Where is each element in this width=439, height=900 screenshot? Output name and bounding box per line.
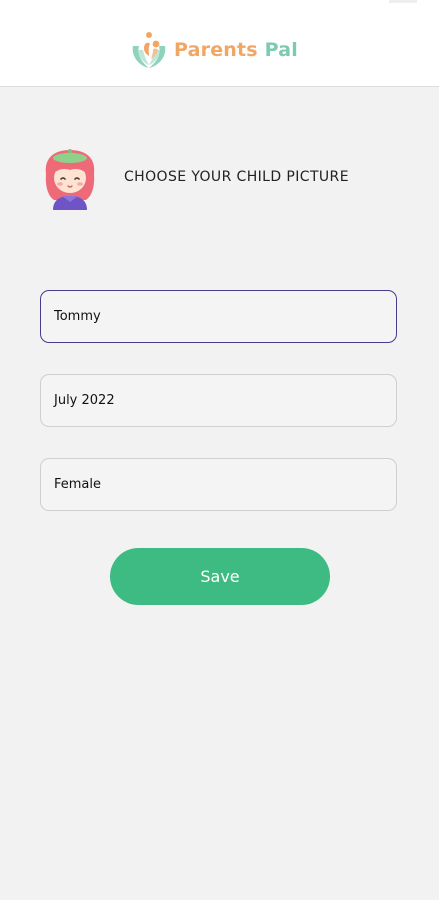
app-header: Parents Pal xyxy=(0,0,439,87)
girl-avatar-icon[interactable] xyxy=(40,144,100,210)
app-logo: Parents Pal xyxy=(127,28,298,72)
choose-picture-label: CHOOSE YOUR CHILD PICTURE xyxy=(124,169,349,185)
logo-word-parents: Parents xyxy=(174,39,258,61)
child-name-value: Tommy xyxy=(54,309,101,324)
parents-pal-logo-icon xyxy=(132,32,166,68)
status-indicator xyxy=(389,0,417,3)
gender-input[interactable]: Female xyxy=(40,458,397,511)
child-picture-picker[interactable]: CHOOSE YOUR CHILD PICTURE xyxy=(40,144,349,210)
app-logo-text: Parents Pal xyxy=(174,39,298,61)
gender-value: Female xyxy=(54,477,102,492)
save-button[interactable]: Save xyxy=(110,548,330,605)
birth-date-input[interactable]: July 2022 xyxy=(40,374,397,427)
birth-date-value: July 2022 xyxy=(54,393,115,408)
child-name-input[interactable]: Tommy xyxy=(40,290,397,343)
logo-word-pal: Pal xyxy=(264,39,298,61)
